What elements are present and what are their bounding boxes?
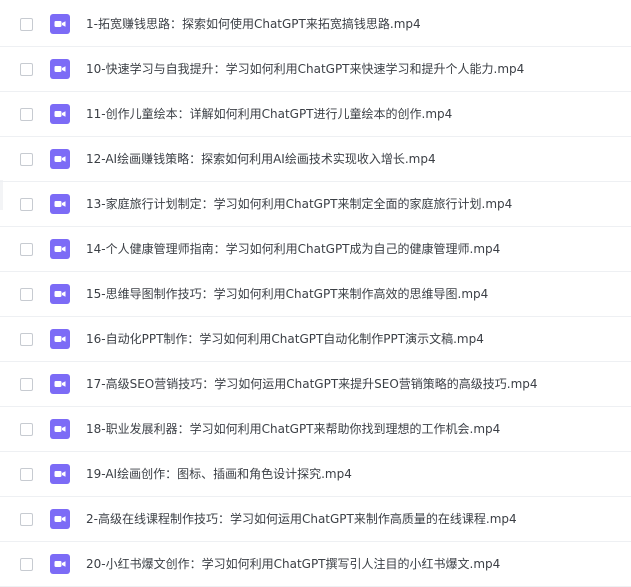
select-checkbox[interactable]	[20, 377, 33, 391]
select-checkbox[interactable]	[20, 107, 33, 121]
video-file-icon	[50, 284, 70, 304]
list-item[interactable]: 18-职业发展利器：学习如何利用ChatGPT来帮助你找到理想的工作机会.mp4	[0, 407, 631, 452]
list-item[interactable]: 20-小红书爆文创作：学习如何利用ChatGPT撰写引人注目的小红书爆文.mp4	[0, 542, 631, 587]
video-file-icon	[50, 464, 70, 484]
video-file-icon	[50, 554, 70, 574]
video-file-icon	[50, 104, 70, 124]
list-item[interactable]: 13-家庭旅行计划制定：学习如何利用ChatGPT来制定全面的家庭旅行计划.mp…	[0, 182, 631, 227]
video-file-icon	[50, 194, 70, 214]
file-name: 2-高级在线课程制作技巧：学习如何运用ChatGPT来制作高质量的在线课程.mp…	[86, 512, 517, 526]
video-file-icon	[50, 374, 70, 394]
list-item[interactable]: 1-拓宽赚钱思路：探索如何使用ChatGPT来拓宽搞钱思路.mp4	[0, 2, 631, 47]
select-checkbox[interactable]	[20, 512, 33, 526]
select-checkbox[interactable]	[20, 287, 33, 301]
file-list: 1-拓宽赚钱思路：探索如何使用ChatGPT来拓宽搞钱思路.mp4 10-快速学…	[0, 0, 631, 587]
file-name: 13-家庭旅行计划制定：学习如何利用ChatGPT来制定全面的家庭旅行计划.mp…	[86, 197, 513, 211]
video-file-icon	[50, 329, 70, 349]
select-checkbox[interactable]	[20, 62, 33, 76]
select-checkbox[interactable]	[20, 422, 33, 436]
file-name: 12-AI绘画赚钱策略：探索如何利用AI绘画技术实现收入增长.mp4	[86, 152, 436, 166]
video-file-icon	[50, 419, 70, 439]
video-file-icon	[50, 59, 70, 79]
list-item[interactable]: 10-快速学习与自我提升：学习如何利用ChatGPT来快速学习和提升个人能力.m…	[0, 47, 631, 92]
list-item[interactable]: 16-自动化PPT制作：学习如何利用ChatGPT自动化制作PPT演示文稿.mp…	[0, 317, 631, 362]
select-checkbox[interactable]	[20, 557, 33, 571]
list-item[interactable]: 2-高级在线课程制作技巧：学习如何运用ChatGPT来制作高质量的在线课程.mp…	[0, 497, 631, 542]
file-name: 14-个人健康管理师指南：学习如何利用ChatGPT成为自己的健康管理师.mp4	[86, 242, 501, 256]
select-checkbox[interactable]	[20, 467, 33, 481]
file-name: 16-自动化PPT制作：学习如何利用ChatGPT自动化制作PPT演示文稿.mp…	[86, 332, 484, 346]
file-name: 19-AI绘画创作：图标、插画和角色设计探究.mp4	[86, 467, 352, 481]
list-item[interactable]: 14-个人健康管理师指南：学习如何利用ChatGPT成为自己的健康管理师.mp4	[0, 227, 631, 272]
file-name: 17-高级SEO营销技巧：学习如何运用ChatGPT来提升SEO营销策略的高级技…	[86, 377, 538, 391]
video-file-icon	[50, 239, 70, 259]
file-name: 10-快速学习与自我提升：学习如何利用ChatGPT来快速学习和提升个人能力.m…	[86, 62, 525, 76]
select-checkbox[interactable]	[20, 152, 33, 166]
file-name: 20-小红书爆文创作：学习如何利用ChatGPT撰写引人注目的小红书爆文.mp4	[86, 557, 501, 571]
list-item[interactable]: 11-创作儿童绘本：详解如何利用ChatGPT进行儿童绘本的创作.mp4	[0, 92, 631, 137]
video-file-icon	[50, 509, 70, 529]
list-item[interactable]: 12-AI绘画赚钱策略：探索如何利用AI绘画技术实现收入增长.mp4	[0, 137, 631, 182]
file-name: 1-拓宽赚钱思路：探索如何使用ChatGPT来拓宽搞钱思路.mp4	[86, 17, 421, 31]
video-file-icon	[50, 14, 70, 34]
list-item[interactable]: 19-AI绘画创作：图标、插画和角色设计探究.mp4	[0, 452, 631, 497]
file-name: 18-职业发展利器：学习如何利用ChatGPT来帮助你找到理想的工作机会.mp4	[86, 422, 501, 436]
select-checkbox[interactable]	[20, 17, 33, 31]
video-file-icon	[50, 149, 70, 169]
file-name: 11-创作儿童绘本：详解如何利用ChatGPT进行儿童绘本的创作.mp4	[86, 107, 453, 121]
file-name: 15-思维导图制作技巧：学习如何利用ChatGPT来制作高效的思维导图.mp4	[86, 287, 489, 301]
list-item[interactable]: 17-高级SEO营销技巧：学习如何运用ChatGPT来提升SEO营销策略的高级技…	[0, 362, 631, 407]
select-checkbox[interactable]	[20, 332, 33, 346]
list-item[interactable]: 15-思维导图制作技巧：学习如何利用ChatGPT来制作高效的思维导图.mp4	[0, 272, 631, 317]
select-checkbox[interactable]	[20, 197, 33, 211]
select-checkbox[interactable]	[20, 242, 33, 256]
